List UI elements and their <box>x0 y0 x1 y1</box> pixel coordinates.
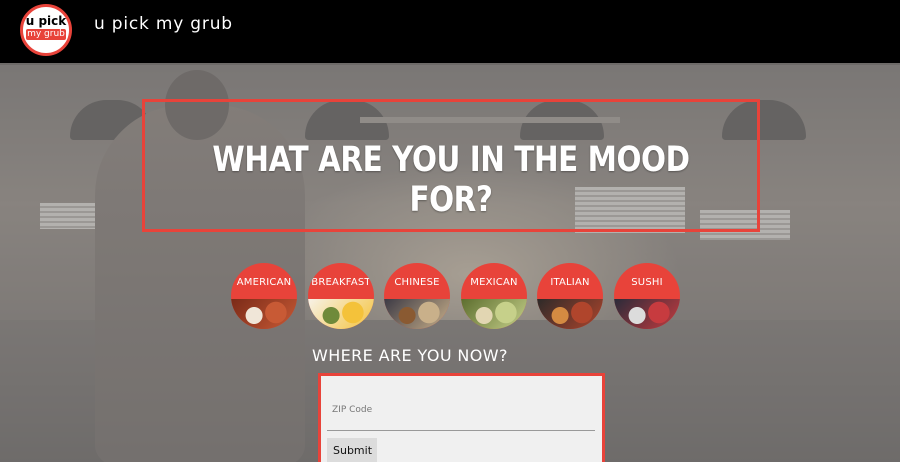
cuisine-button-breakfast[interactable]: BREAKFAST <box>308 263 374 329</box>
cuisine-photo <box>537 299 603 329</box>
cuisine-photo <box>384 299 450 329</box>
cuisine-button-sushi[interactable]: SUSHI <box>614 263 680 329</box>
cuisine-label: SUSHI <box>631 277 663 288</box>
cuisine-label: CHINESE <box>394 277 440 288</box>
brand-name-link[interactable]: u pick my grub <box>94 14 233 34</box>
cuisine-photo <box>308 299 374 329</box>
cuisine-photo <box>461 299 527 329</box>
logo-bottom-text: my grub <box>26 29 66 40</box>
hero-title: WHAT ARE YOU IN THE MOOD FOR? <box>212 140 690 220</box>
zip-code-input[interactable] <box>327 386 595 431</box>
page: u pick my grub u pick my grub WHAT ARE Y… <box>0 0 900 462</box>
cuisine-label: AMERICAN <box>236 277 292 288</box>
cuisine-label: MEXICAN <box>470 277 518 288</box>
logo-top-text: u pick <box>25 14 67 28</box>
cuisine-button-italian[interactable]: ITALIAN <box>537 263 603 329</box>
submit-button[interactable]: Submit <box>327 438 377 462</box>
cuisine-button-american[interactable]: AMERICAN <box>231 263 297 329</box>
brand-logo[interactable]: u pick my grub <box>20 4 72 56</box>
cuisine-photo <box>231 299 297 329</box>
cuisine-photo <box>614 299 680 329</box>
cuisine-label: BREAKFAST <box>311 277 371 288</box>
cuisine-label: ITALIAN <box>550 277 590 288</box>
top-navbar: u pick my grub u pick my grub <box>0 0 900 65</box>
hero-banner: WHAT ARE YOU IN THE MOOD FOR? <box>142 99 760 232</box>
location-form: Submit <box>318 373 605 462</box>
location-heading: WHERE ARE YOU NOW? <box>312 346 508 365</box>
cuisine-button-mexican[interactable]: MEXICAN <box>461 263 527 329</box>
cuisine-button-chinese[interactable]: CHINESE <box>384 263 450 329</box>
cuisine-options: AMERICAN BREAKFAST CHINESE MEXICAN ITALIAN SU… <box>231 263 691 331</box>
